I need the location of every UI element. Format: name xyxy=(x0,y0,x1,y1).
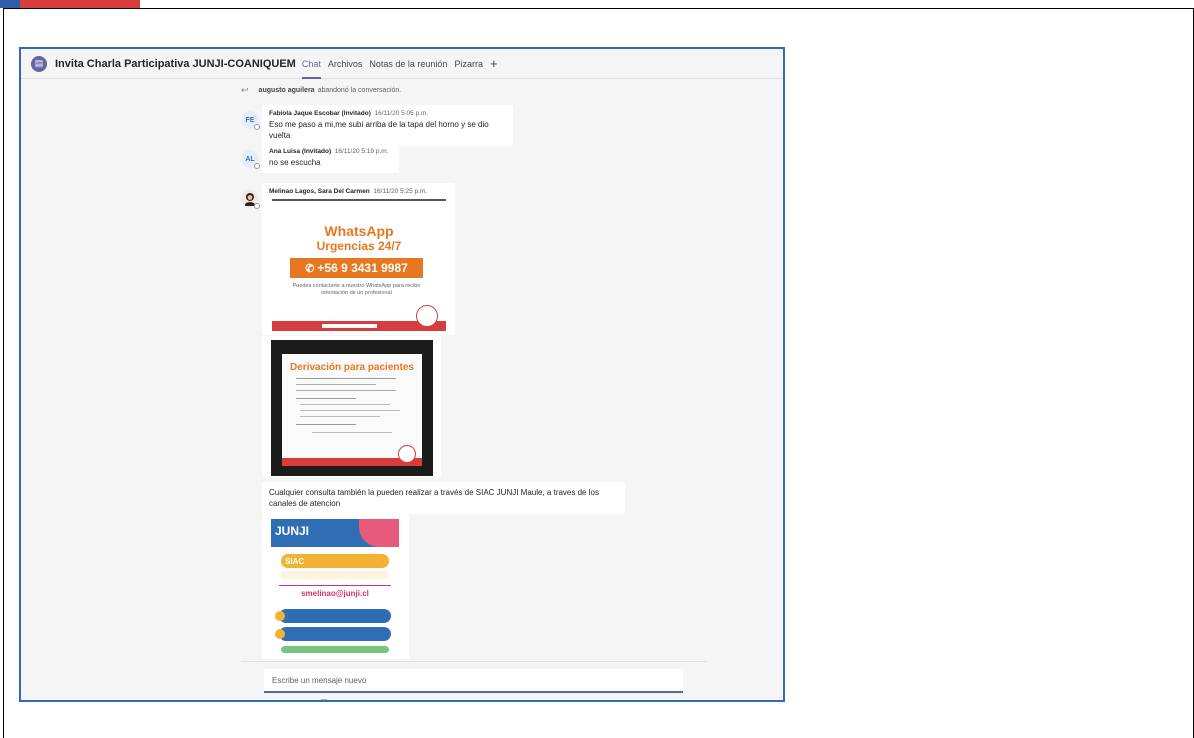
add-tab-button[interactable]: + xyxy=(490,56,498,71)
tab-chat[interactable]: Chat xyxy=(301,49,321,79)
presence-dot xyxy=(254,163,260,169)
mail-icon xyxy=(275,629,285,639)
message-time: 16/11/20 5:25 p.m. xyxy=(373,188,428,195)
scroll-indicator xyxy=(321,699,327,700)
avatar[interactable]: FE xyxy=(241,111,260,130)
image-whatsapp-body: Puedes contactarte a nuestro WhatsApp pa… xyxy=(292,283,421,296)
presence-dot xyxy=(254,124,260,130)
slide-line xyxy=(296,424,356,425)
whatsapp-image[interactable]: WhatsApp Urgencias 24/7 ✆ +56 9 3431 9987… xyxy=(272,199,446,331)
slide-line xyxy=(300,410,400,411)
chat-header: ▤ Invita Charla Participativa JUNJI-COAN… xyxy=(21,49,783,79)
image-whatsapp-title: WhatsApp xyxy=(324,223,394,239)
image-siac-banner: SIAC xyxy=(281,554,389,568)
message-author: Melinao Lagos, Sara Del Carmen xyxy=(269,188,370,195)
chat-title: Invita Charla Participativa JUNJI-COANIQ… xyxy=(55,57,296,70)
compose-separator xyxy=(241,661,707,662)
message-meta: Fabiola Jaque Escobar (Invitado) 16/11/2… xyxy=(269,110,506,117)
message-meta: Melinao Lagos, Sara Del Carmen 16/11/20 … xyxy=(269,188,448,195)
message-bubble[interactable]: Ana Luisa (Invitado) 16/11/20 5:19 p.m. … xyxy=(262,143,399,173)
slide-line xyxy=(296,398,356,399)
image-whatsapp-subtitle: Urgencias 24/7 xyxy=(316,239,402,253)
top-blue-tag xyxy=(0,0,20,8)
meeting-chat-icon: ▤ xyxy=(31,55,47,72)
teams-window: ▤ Invita Charla Participativa JUNJI-COAN… xyxy=(19,47,785,702)
avatar-photo[interactable] xyxy=(241,190,260,209)
tab-pizarra[interactable]: Pizarra xyxy=(454,49,483,79)
leave-icon: ↩ xyxy=(241,85,249,95)
coaniquem-logo-icon xyxy=(416,305,438,327)
slide-line xyxy=(296,384,376,385)
message-bubble[interactable]: Fabiola Jaque Escobar (Invitado) 16/11/2… xyxy=(262,105,513,146)
top-red-tag xyxy=(0,0,140,8)
message-compose-box[interactable]: Escribe un mensaje nuevo xyxy=(264,669,683,693)
whatsapp-icon: ✆ xyxy=(305,262,315,275)
derivacion-image[interactable]: Derivación para pacientes xyxy=(271,340,433,476)
message-text: no se escucha xyxy=(269,158,321,167)
slide-line xyxy=(300,404,390,405)
message-text: Eso me paso a mi,me subi arriba de la ta… xyxy=(269,120,489,140)
avatar-initials: AL xyxy=(245,155,255,163)
message-text: Cualquier consulta también la pueden rea… xyxy=(269,488,599,508)
image-contact-bar xyxy=(279,609,391,623)
image-phone: +56 9 3431 9987 xyxy=(317,261,408,275)
system-message: ↩ augusto aguilera abandonó la conversac… xyxy=(241,85,401,96)
message-author: Fabiola Jaque Escobar (Invitado) xyxy=(269,110,371,117)
message-time: 16/11/20 5:05 p.m. xyxy=(374,110,429,117)
image-slide-title: Derivación para pacientes xyxy=(290,362,414,373)
image-siac-sub xyxy=(281,571,389,579)
image-contact-bar xyxy=(279,627,391,641)
avatar[interactable]: AL xyxy=(241,150,260,169)
slide-line xyxy=(300,416,380,417)
slide-line xyxy=(296,390,396,391)
image-footer-bar xyxy=(322,324,377,328)
tab-archivos[interactable]: Archivos xyxy=(328,49,363,79)
message-meta: Ana Luisa (Invitado) 16/11/20 5:19 p.m. xyxy=(269,148,392,155)
image-line xyxy=(279,585,391,586)
image-junji-logo: JUNJI xyxy=(275,524,310,538)
message-time: 16/11/20 5:19 p.m. xyxy=(334,148,389,155)
siac-image[interactable]: JUNJI SIAC smelinao@junji.cl xyxy=(271,519,399,657)
image-slide: Derivación para pacientes xyxy=(282,354,422,466)
image-siac-label: SIAC xyxy=(285,556,305,566)
coaniquem-logo-icon xyxy=(398,445,416,463)
compose-placeholder: Escribe un mensaje nuevo xyxy=(272,675,367,685)
message-bubble[interactable]: Cualquier consulta también la pueden rea… xyxy=(262,482,625,514)
avatar-initials: FE xyxy=(245,116,255,124)
image-phone-box: ✆ +56 9 3431 9987 xyxy=(290,258,423,278)
slide-line xyxy=(312,432,392,433)
phone-icon xyxy=(275,611,285,621)
image-siac-email: smelinao@junji.cl xyxy=(301,589,369,598)
screenshot-page: ▤ Invita Charla Participativa JUNJI-COAN… xyxy=(0,0,1194,738)
tab-notas[interactable]: Notas de la reunión xyxy=(369,49,447,79)
image-footer-pill xyxy=(281,646,389,653)
system-message-name: augusto aguilera xyxy=(258,87,315,94)
message-author: Ana Luisa (Invitado) xyxy=(269,148,332,155)
slide-line xyxy=(296,378,396,379)
system-message-text: abandonó la conversación. xyxy=(317,87,402,94)
presence-dot xyxy=(254,203,260,209)
